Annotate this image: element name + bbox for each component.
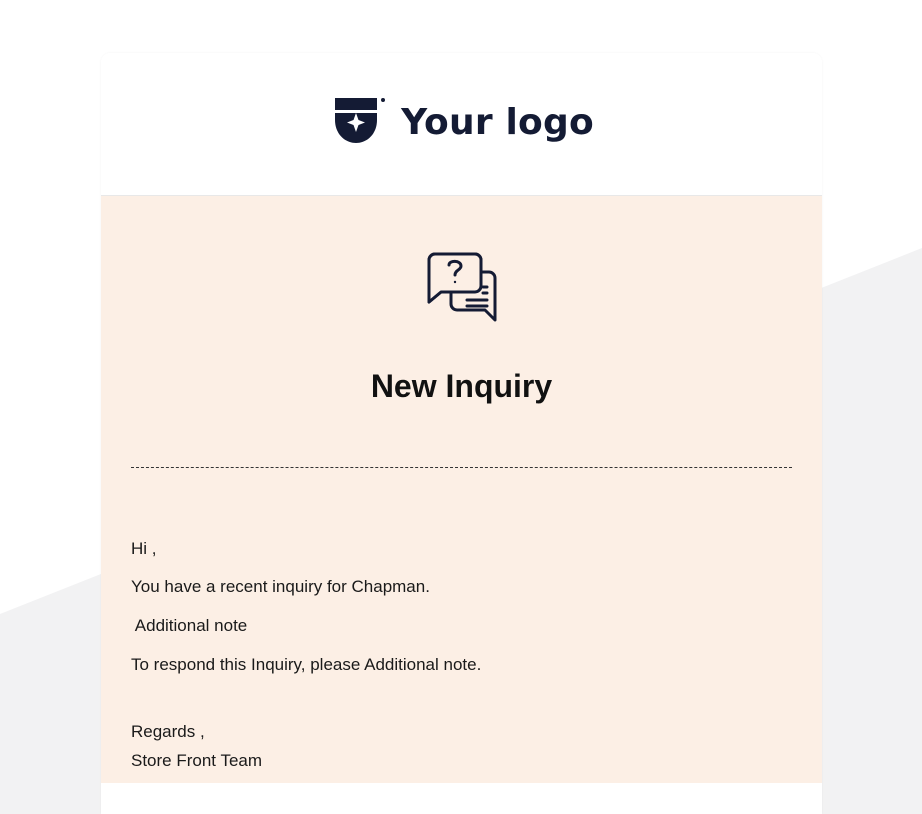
respond-text: To respond this Inquiry, please Addition… bbox=[131, 655, 482, 674]
email-body: New Inquiry Hi , You have a recent inqui… bbox=[101, 196, 822, 783]
email-footer bbox=[101, 783, 822, 814]
logo[interactable]: Your logo bbox=[333, 96, 594, 148]
dashed-divider bbox=[131, 467, 792, 468]
logo-text: Your logo bbox=[401, 101, 594, 143]
regards-text: Regards , bbox=[131, 722, 205, 741]
message-text: You have a recent inquiry for Chapman. bbox=[131, 577, 430, 596]
question-chat-icon bbox=[427, 252, 497, 322]
greeting-text: Hi , bbox=[131, 539, 157, 558]
shield-star-icon bbox=[335, 98, 386, 143]
signature-text: Store Front Team bbox=[131, 751, 263, 770]
note-text: Additional note bbox=[131, 616, 248, 635]
email-card: Your logo New Inquiry Hi , You have a re… bbox=[101, 53, 822, 814]
page-title: New Inquiry bbox=[370, 368, 553, 404]
email-header: Your logo bbox=[101, 53, 822, 196]
